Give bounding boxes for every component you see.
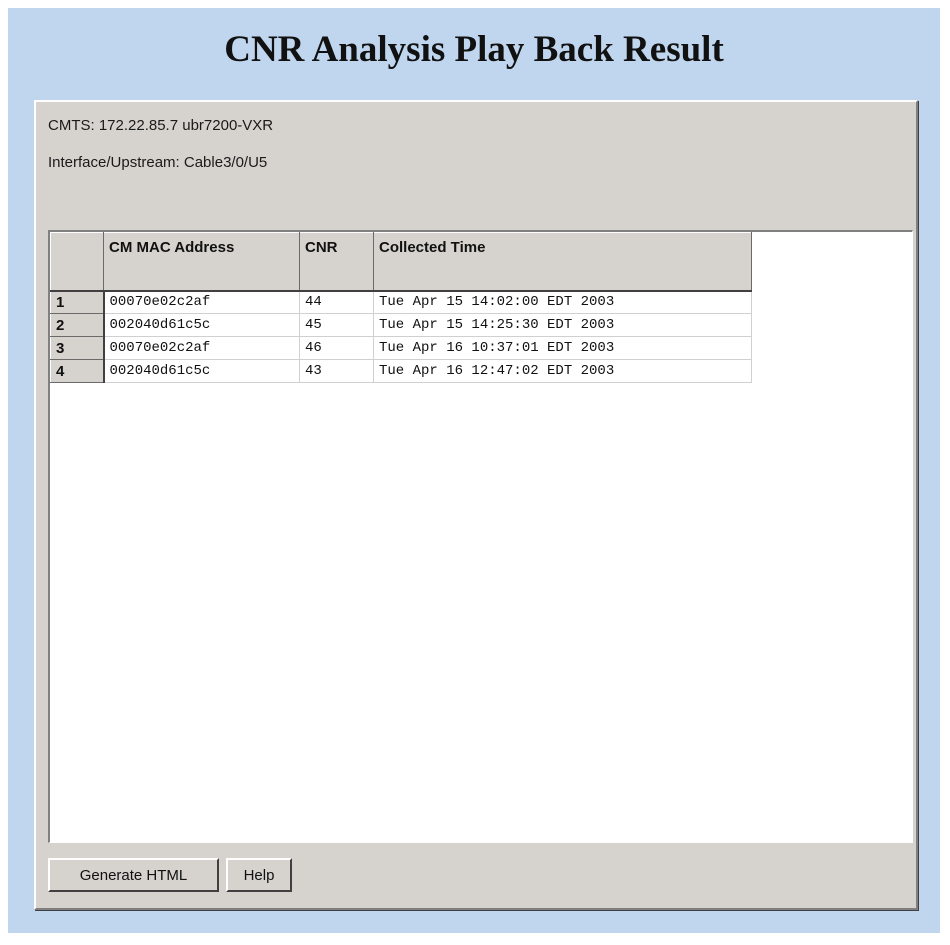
cnr-cell[interactable]: 45 — [299, 313, 374, 337]
cm-mac-address-cell[interactable]: 002040d61c5c — [103, 313, 300, 337]
table-row[interactable]: 3 00070e02c2af 46 Tue Apr 16 10:37:01 ED… — [50, 336, 752, 360]
row-number[interactable]: 1 — [50, 290, 105, 314]
cnr-cell[interactable]: 44 — [299, 290, 374, 314]
table-row[interactable]: 4 002040d61c5c 43 Tue Apr 16 12:47:02 ED… — [50, 359, 752, 383]
page-frame: CNR Analysis Play Back Result CMTS: 172.… — [8, 8, 940, 933]
cnr-cell[interactable]: 43 — [299, 359, 374, 383]
table-row[interactable]: 2 002040d61c5c 45 Tue Apr 15 14:25:30 ED… — [50, 313, 752, 337]
interface-upstream-info: Interface/Upstream: Cable3/0/U5 — [48, 154, 268, 171]
collected-time-cell[interactable]: Tue Apr 16 12:47:02 EDT 2003 — [373, 359, 752, 383]
column-header-collected-time[interactable]: Collected Time — [373, 232, 752, 292]
collected-time-cell[interactable]: Tue Apr 15 14:02:00 EDT 2003 — [373, 290, 752, 314]
row-number[interactable]: 4 — [50, 359, 105, 383]
results-table-area[interactable]: CM MAC Address CNR Collected Time 1 0007… — [48, 230, 913, 843]
table-header-row: CM MAC Address CNR Collected Time — [50, 232, 752, 292]
help-button[interactable]: Help — [226, 858, 292, 892]
table-row[interactable]: 1 00070e02c2af 44 Tue Apr 15 14:02:00 ED… — [50, 290, 752, 314]
cm-mac-address-cell[interactable]: 00070e02c2af — [103, 336, 300, 360]
column-header-cnr[interactable]: CNR — [299, 232, 374, 292]
row-number[interactable]: 2 — [50, 313, 105, 337]
result-panel: CMTS: 172.22.85.7 ubr7200-VXR Interface/… — [34, 100, 918, 910]
cmts-info: CMTS: 172.22.85.7 ubr7200-VXR — [48, 117, 274, 134]
generate-html-button[interactable]: Generate HTML — [48, 858, 219, 892]
column-header-row-number — [50, 232, 104, 292]
results-table: CM MAC Address CNR Collected Time 1 0007… — [50, 232, 752, 383]
cnr-cell[interactable]: 46 — [299, 336, 374, 360]
collected-time-cell[interactable]: Tue Apr 15 14:25:30 EDT 2003 — [373, 313, 752, 337]
collected-time-cell[interactable]: Tue Apr 16 10:37:01 EDT 2003 — [373, 336, 752, 360]
cm-mac-address-cell[interactable]: 00070e02c2af — [103, 290, 300, 314]
column-header-mac-address[interactable]: CM MAC Address — [103, 232, 300, 292]
page-title: CNR Analysis Play Back Result — [224, 29, 724, 70]
cm-mac-address-cell[interactable]: 002040d61c5c — [103, 359, 300, 383]
row-number[interactable]: 3 — [50, 336, 105, 360]
